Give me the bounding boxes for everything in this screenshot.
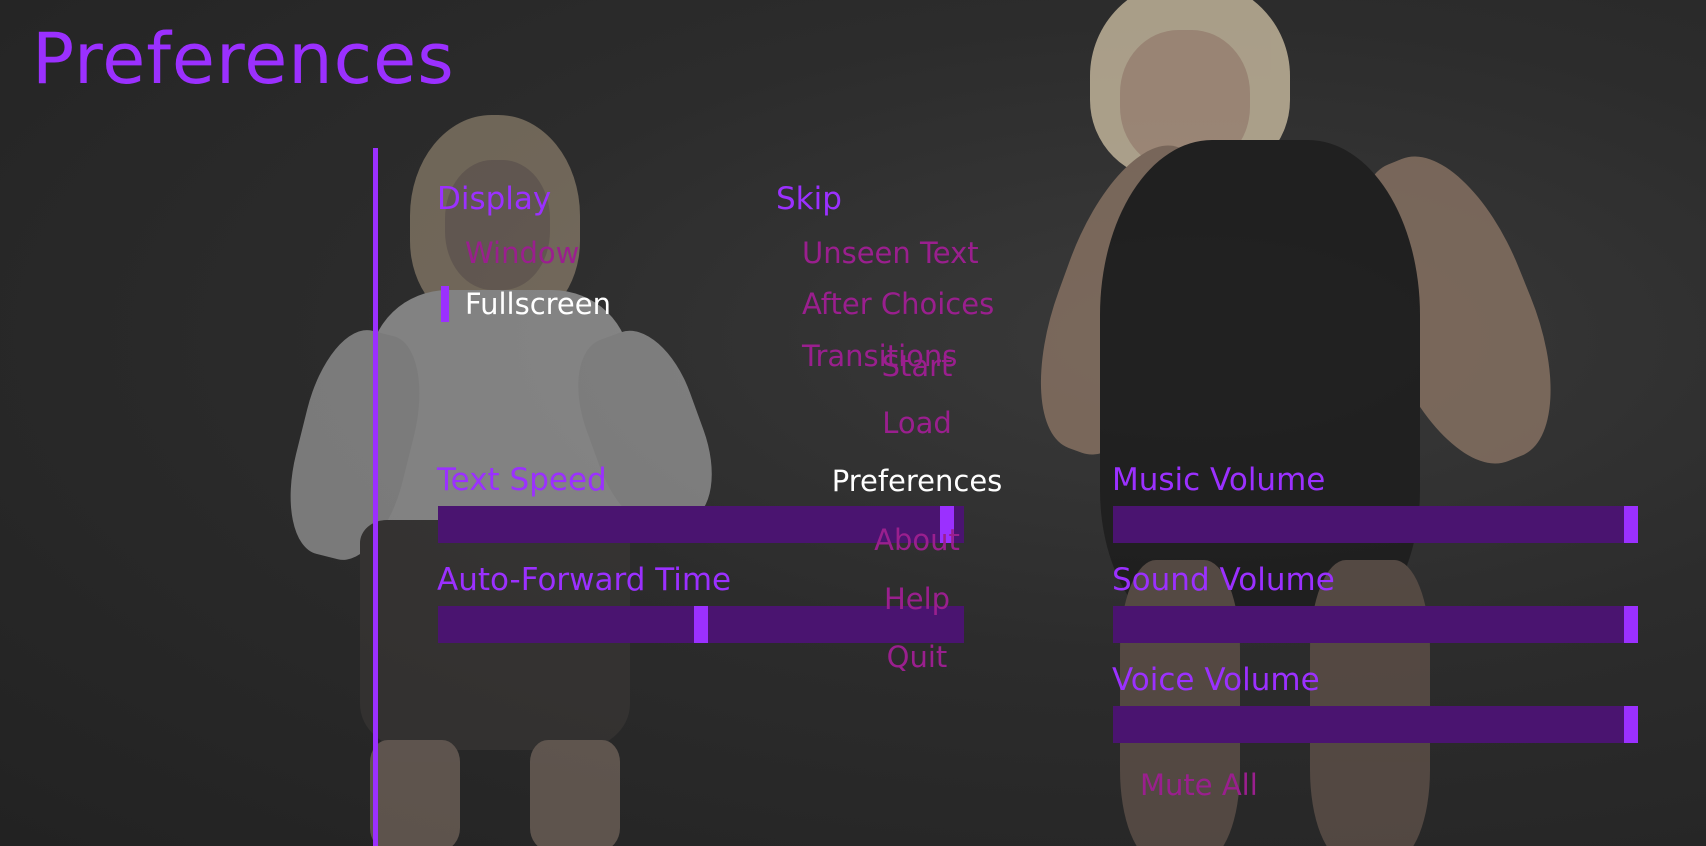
preferences-screen: Preferences Display Window Fullscreen Sk…: [0, 0, 1706, 846]
text-speed-label: Text Speed: [437, 462, 607, 498]
auto-forward-thumb[interactable]: [694, 606, 708, 643]
skip-header: Skip: [776, 181, 842, 217]
mute-all-button[interactable]: Mute All: [1140, 768, 1258, 802]
nav-quit[interactable]: Quit: [807, 640, 1027, 674]
divider: [373, 148, 378, 846]
page-title: Preferences: [32, 18, 455, 100]
display-header: Display: [437, 181, 552, 217]
voice-volume-slider[interactable]: [1113, 706, 1638, 743]
nav-start[interactable]: Start: [807, 349, 1027, 383]
voice-volume-thumb[interactable]: [1624, 706, 1638, 743]
sound-volume-label: Sound Volume: [1112, 562, 1335, 598]
sound-volume-thumb[interactable]: [1624, 606, 1638, 643]
nav-help[interactable]: Help: [807, 582, 1027, 616]
sound-volume-slider[interactable]: [1113, 606, 1638, 643]
nav-about[interactable]: About: [807, 523, 1027, 557]
nav-preferences[interactable]: Preferences: [807, 464, 1027, 498]
skip-option-unseen-text[interactable]: Unseen Text: [802, 236, 979, 270]
voice-volume-label: Voice Volume: [1112, 662, 1320, 698]
nav-load[interactable]: Load: [807, 406, 1027, 440]
music-volume-thumb[interactable]: [1624, 506, 1638, 543]
display-option-fullscreen[interactable]: Fullscreen: [465, 287, 611, 321]
selected-indicator: [441, 286, 449, 322]
display-option-window[interactable]: Window: [465, 236, 579, 270]
music-volume-label: Music Volume: [1112, 462, 1326, 498]
music-volume-slider[interactable]: [1113, 506, 1638, 543]
auto-forward-label: Auto-Forward Time: [437, 562, 732, 598]
skip-option-after-choices[interactable]: After Choices: [802, 287, 994, 321]
